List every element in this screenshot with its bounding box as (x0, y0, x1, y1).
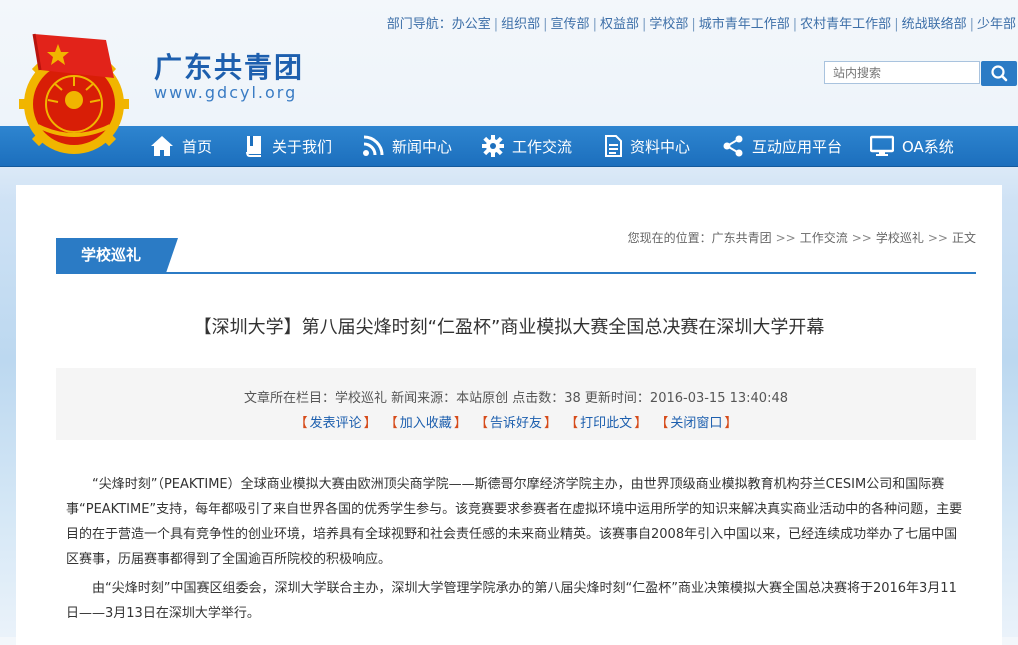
dept-link-united-front[interactable]: 统战联络部 (902, 17, 967, 32)
document-icon (605, 135, 622, 157)
nav-item-resources[interactable]: 资料中心 (604, 126, 690, 166)
breadcrumb-separator: >> (851, 231, 872, 245)
rss-icon (363, 135, 384, 156)
dept-separator: | (592, 17, 597, 32)
book-icon (246, 136, 261, 157)
home-icon (151, 136, 173, 156)
article-meta: 文章所在栏目：学校巡礼 新闻来源：本站原创 点击数：38 更新时间：2016-0… (243, 391, 788, 406)
nav-item-label: 首页 (182, 137, 213, 156)
dept-link-youth[interactable]: 少年部 (977, 17, 1016, 32)
breadcrumb-link-school-tour[interactable]: 学校巡礼 (876, 231, 924, 245)
nav-item-label: 互动应用平台 (752, 137, 843, 156)
add-favorite-link[interactable]: 加入收藏 (400, 416, 452, 431)
dept-link-publicity[interactable]: 宣传部 (551, 17, 590, 32)
site-header: 部门导航：办公室 | 组织部 | 宣传部 | 权益部 | 学校部 | 城市青年工作部 | 农村青年工作部… (0, 0, 1018, 126)
dept-separator: | (543, 17, 548, 32)
dept-link-organization[interactable]: 组织部 (501, 17, 540, 32)
nav-item-interactive-platform[interactable]: 互动应用平台 (722, 126, 842, 166)
dept-separator: | (969, 17, 974, 32)
nav-item-label: 关于我们 (272, 137, 333, 156)
article-meta-box: 文章所在栏目：学校巡礼 新闻来源：本站原创 点击数：38 更新时间：2016-0… (56, 368, 976, 440)
search-input[interactable] (824, 61, 980, 84)
nav-item-label: 工作交流 (512, 137, 573, 156)
article-paragraph: “尖烽时刻”（PEAKTIME）全球商业模拟大赛由欧洲顶尖商学院——斯德哥尔摩经… (66, 477, 963, 567)
nav-item-news[interactable]: 新闻中心 (362, 126, 452, 166)
gear-icon (482, 135, 504, 157)
dept-link-urban-youth[interactable]: 城市青年工作部 (699, 17, 790, 32)
dept-separator: | (691, 17, 696, 32)
close-window-link[interactable]: 关闭窗口 (670, 416, 722, 431)
dept-separator: | (641, 17, 647, 32)
tell-friend-link[interactable]: 告诉好友 (490, 416, 542, 431)
dept-link-rights[interactable]: 权益部 (600, 17, 639, 32)
brand-name: 广东共青团 (154, 51, 305, 84)
dept-link-rural-youth[interactable]: 农村青年工作部 (800, 17, 891, 32)
print-article-link[interactable]: 打印此文 (580, 416, 632, 431)
article-title: 【深圳大学】第八届尖烽时刻“仁盈杯”商业模拟大赛全国总决赛在深圳大学开幕 (193, 317, 825, 338)
dept-separator: | (792, 17, 798, 32)
section-divider (56, 272, 976, 274)
breadcrumb-separator: >> (775, 231, 796, 245)
main-nav: 首页 关于我们 新闻中心 工作交流 资料中心 互动应用平台 OA系统 (0, 126, 1018, 167)
site-search (824, 61, 1017, 86)
breadcrumb-link-work-exchange[interactable]: 工作交流 (800, 231, 848, 245)
nav-item-label: OA系统 (902, 137, 954, 156)
search-button[interactable] (981, 61, 1017, 86)
nav-item-work-exchange[interactable]: 工作交流 (482, 126, 572, 166)
brand-url: www.gdcyl.org (154, 83, 298, 102)
breadcrumb-current: 正文 (951, 231, 976, 245)
article-paragraph: 由“尖烽时刻”中国赛区组委会，深圳大学联合主办，深圳大学管理学院承办的第八届尖烽… (66, 581, 957, 621)
breadcrumb-prefix: 您现在的位置： (627, 231, 712, 245)
breadcrumb: 您现在的位置：广东共青团 >> 工作交流 >> 学校巡礼 >> 正文 (628, 229, 976, 246)
dept-link-school[interactable]: 学校部 (649, 17, 688, 32)
nav-item-label: 新闻中心 (392, 137, 453, 156)
breadcrumb-link-home[interactable]: 广东共青团 (712, 231, 772, 245)
nav-item-home[interactable]: 首页 (150, 126, 212, 166)
department-nav: 部门导航：办公室 | 组织部 | 宣传部 | 权益部 | 学校部 | 城市青年工作部 | 农村青年工作部… (387, 13, 1016, 32)
breadcrumb-separator: >> (927, 231, 948, 245)
content-panel: 您现在的位置：广东共青团 >> 工作交流 >> 学校巡礼 >> 正文 学校巡礼 【深圳大学】… (16, 185, 1002, 645)
share-icon (723, 135, 743, 157)
nav-item-label: 资料中心 (630, 137, 691, 156)
section-tab: 学校巡礼 (56, 238, 178, 273)
post-comment-link[interactable]: 发表评论 (310, 416, 362, 431)
nav-item-oa-system[interactable]: OA系统 (870, 126, 954, 166)
search-icon (991, 65, 1008, 82)
monitor-icon (870, 135, 894, 156)
article-body: “尖烽时刻”（PEAKTIME）全球商业模拟大赛由欧洲顶尖商学院——斯德哥尔摩经… (66, 472, 966, 630)
brand-logo[interactable]: 广东共青团 www.gdcyl.org (154, 52, 304, 102)
dept-separator: | (493, 17, 499, 32)
dept-nav-label: 部门导航： (386, 17, 452, 32)
youth-league-emblem[interactable] (14, 26, 144, 156)
article-actions: 【发表评论】 【加入收藏】 【告诉好友】 【打印此文】 【关闭窗口】 (294, 416, 738, 431)
dept-separator: | (894, 17, 899, 32)
nav-item-about[interactable]: 关于我们 (244, 126, 332, 166)
dept-link-office[interactable]: 办公室 (452, 17, 491, 32)
